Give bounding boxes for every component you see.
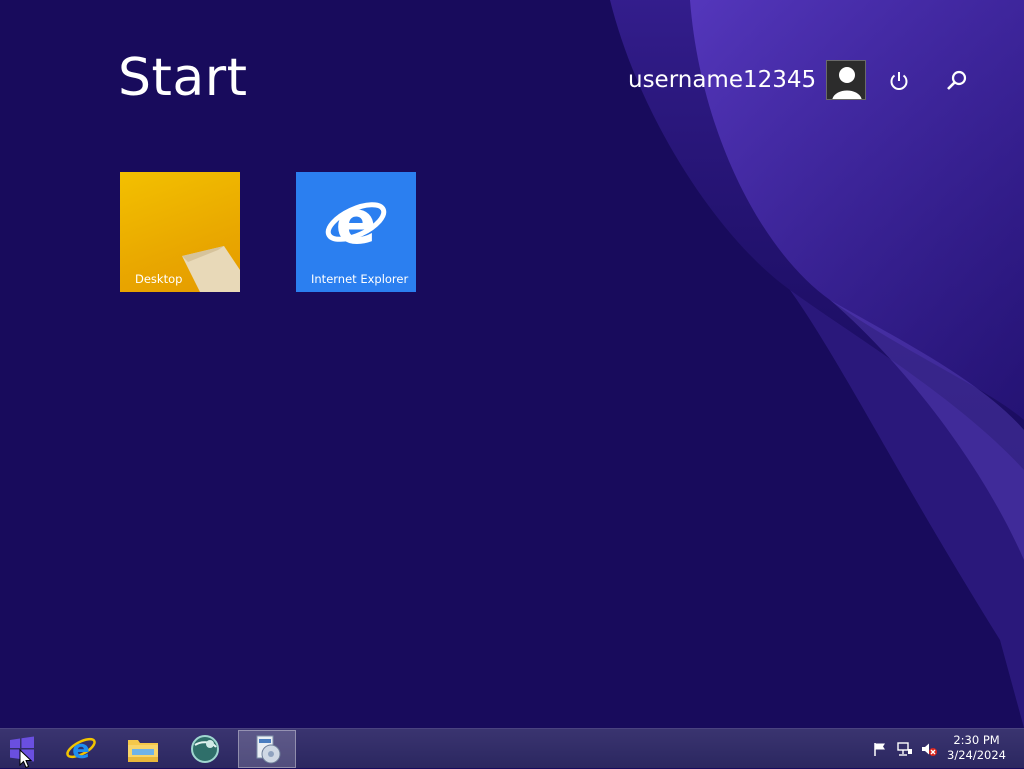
power-button[interactable]: [884, 66, 914, 96]
taskbar-internet-explorer[interactable]: e: [56, 729, 106, 769]
tray-volume[interactable]: [920, 729, 938, 769]
tile-internet-explorer[interactable]: e Internet Explorer: [296, 172, 416, 292]
taskbar-media-app[interactable]: [238, 730, 296, 768]
action-center-flag-icon: [874, 743, 885, 756]
clock-date: 3/24/2024: [947, 748, 1006, 762]
search-icon: [947, 70, 967, 90]
tile-desktop-label: Desktop: [135, 272, 183, 286]
media-app-icon: [256, 735, 281, 764]
tile-internet-explorer-label: Internet Explorer: [311, 272, 409, 286]
tile-desktop[interactable]: Desktop: [120, 172, 240, 292]
search-button[interactable]: [942, 66, 972, 96]
mouse-cursor-icon: [19, 749, 33, 769]
internet-explorer-icon: e: [66, 735, 96, 765]
power-icon: [890, 72, 908, 90]
globe-app-icon: [191, 735, 219, 763]
tray-action-center[interactable]: [872, 729, 888, 769]
network-icon: [897, 742, 912, 756]
svg-text:e: e: [336, 188, 377, 258]
clock-time: 2:30 PM: [953, 733, 1000, 747]
username-label: username12345: [628, 67, 817, 93]
taskbar-globe-app[interactable]: [180, 729, 230, 769]
start-background: [610, 0, 1024, 728]
taskbar: e 2:30 PM 3/24/2024: [0, 728, 1024, 768]
file-explorer-icon: [128, 740, 158, 762]
tray-network[interactable]: [896, 729, 914, 769]
user-account[interactable]: username12345: [628, 60, 867, 100]
user-avatar-icon[interactable]: [826, 60, 867, 100]
taskbar-clock[interactable]: 2:30 PM 3/24/2024: [947, 733, 1006, 763]
taskbar-file-explorer[interactable]: [118, 729, 168, 769]
svg-text:e: e: [72, 735, 90, 765]
start-title: Start: [118, 48, 248, 108]
volume-muted-icon: [922, 743, 937, 756]
